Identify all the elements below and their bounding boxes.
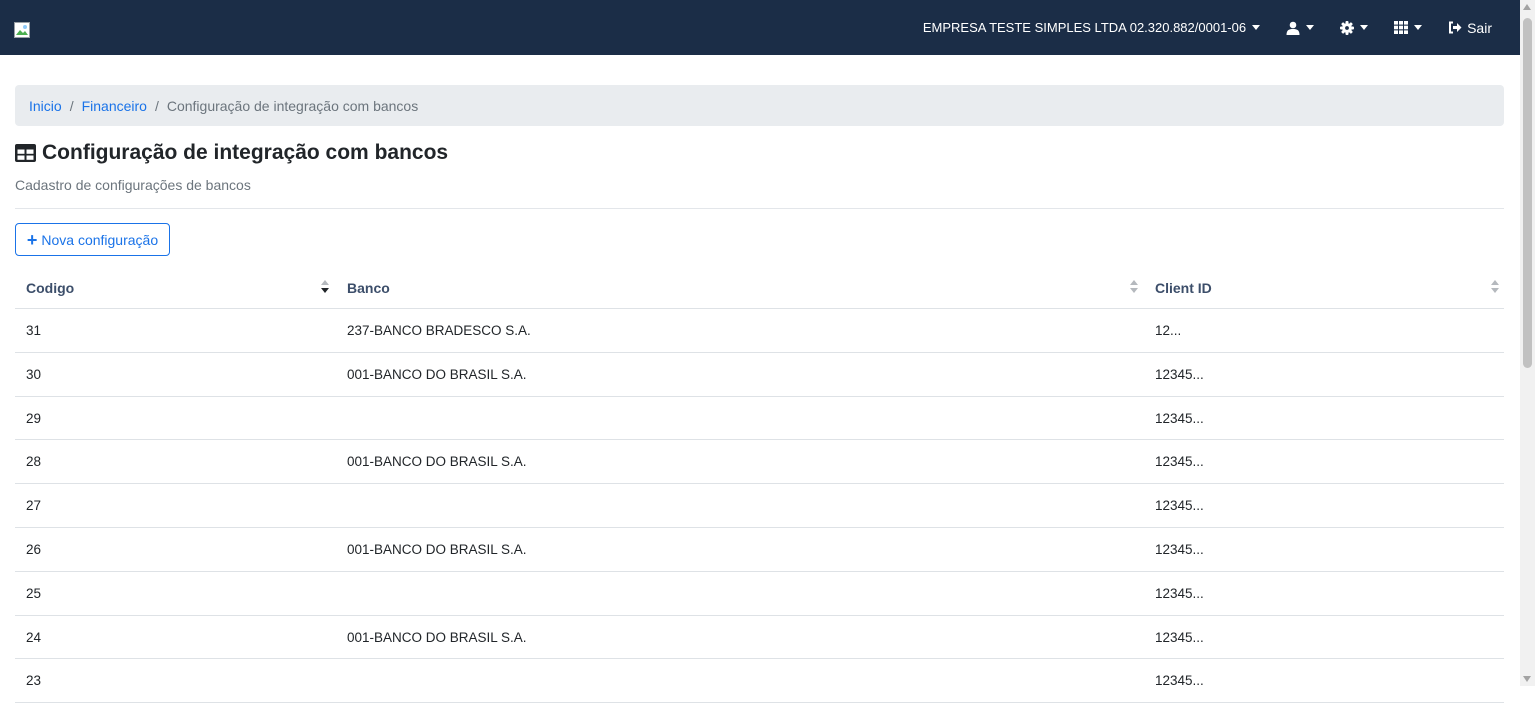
company-selector[interactable]: EMPRESA TESTE SIMPLES LTDA 02.320.882/00… [922,20,1261,35]
cell-banco: 001-BANCO DO BRASIL S.A. [347,629,527,645]
logout-button[interactable]: Sair [1448,20,1492,36]
cell-banco: 001-BANCO DO BRASIL S.A. [347,454,527,470]
company-name: EMPRESA TESTE SIMPLES LTDA 02.320.882/00… [922,20,1247,35]
cell-client-id: 12345... [1155,410,1204,426]
apps-menu-button[interactable] [1394,21,1423,34]
cell-client-id: 12... [1155,323,1182,338]
table-row[interactable]: 31 237-BANCO BRADESCO S.A. 12... [15,309,1504,353]
top-navbar: EMPRESA TESTE SIMPLES LTDA 02.320.882/00… [0,0,1520,55]
scroll-up-icon[interactable] [1523,4,1531,10]
cell-banco: 001-BANCO DO BRASIL S.A. [347,541,527,557]
chevron-down-icon [1414,25,1423,30]
vertical-scrollbar[interactable] [1520,0,1535,686]
breadcrumb-financeiro[interactable]: Financeiro [82,98,147,114]
breadcrumb: Inicio / Financeiro / Configuração de in… [15,85,1504,126]
page-title-block: Configuração de integração com bancos [15,141,448,165]
table-row[interactable]: 25 12345... [15,572,1504,616]
gear-icon [1340,20,1355,35]
cell-codigo: 29 [26,410,42,426]
cell-client-id: 12345... [1155,454,1204,470]
sort-icon[interactable] [1491,280,1499,294]
cell-banco: 237-BANCO BRADESCO S.A. [347,323,531,338]
scrollbar-thumb[interactable] [1523,18,1532,368]
breadcrumb-separator: / [69,97,74,114]
table-row[interactable]: 29 12345... [15,397,1504,441]
table-row[interactable]: 26 001-BANCO DO BRASIL S.A. 12345... [15,528,1504,572]
plus-icon: + [26,229,38,250]
page-subtitle: Cadastro de configurações de bancos [15,177,251,193]
table-row[interactable]: 27 12345... [15,484,1504,528]
sign-out-icon [1449,21,1462,34]
cell-client-id: 12345... [1155,629,1204,645]
chevron-down-icon [1306,25,1315,30]
column-header-client-id[interactable]: Client ID [1155,280,1212,296]
cell-client-id: 12345... [1155,541,1204,557]
breadcrumb-current: Configuração de integração com bancos [166,97,419,114]
grid-icon [1394,21,1409,34]
cell-codigo: 25 [26,585,42,601]
user-menu-button[interactable] [1286,21,1315,35]
table-row[interactable]: 23 12345... [15,659,1504,703]
breadcrumb-inicio[interactable]: Inicio [29,98,62,114]
cell-codigo: 26 [26,541,42,557]
user-icon [1286,21,1300,35]
table-header: Codigo Banco Client ID [15,267,1504,309]
settings-menu-button[interactable] [1340,20,1369,35]
bank-config-table: Codigo Banco Client ID 31 237-BANCO BRADE… [15,267,1504,703]
cell-codigo: 23 [26,673,42,689]
table-row[interactable]: 28 001-BANCO DO BRASIL S.A. 12345... [15,440,1504,485]
chevron-down-icon [1252,25,1261,30]
table-body: 31 237-BANCO BRADESCO S.A. 12... 30 001-BANC… [15,309,1504,703]
breadcrumb-separator: / [154,97,159,114]
sort-icon[interactable] [321,280,329,294]
divider [15,208,1504,209]
new-configuration-label: Nova configuração [41,231,159,248]
cell-codigo: 30 [26,366,42,382]
cell-client-id: 12345... [1155,498,1204,514]
chevron-down-icon [1360,25,1369,30]
column-header-banco[interactable]: Banco [347,280,390,296]
sort-icon[interactable] [1130,280,1138,294]
logo-image[interactable] [14,22,30,38]
cell-codigo: 28 [26,454,42,470]
cell-client-id: 12345... [1155,673,1204,689]
scroll-down-icon[interactable] [1523,676,1531,682]
table-row[interactable]: 30 001-BANCO DO BRASIL S.A. 12345... [15,353,1504,397]
page-title: Configuração de integração com bancos [42,141,449,164]
logout-label: Sair [1467,19,1492,36]
table-row[interactable]: 24 001-BANCO DO BRASIL S.A. 12345... [15,616,1504,660]
cell-client-id: 12345... [1155,585,1204,601]
cell-codigo: 27 [26,498,42,514]
table-icon [15,144,36,162]
cell-codigo: 24 [26,629,42,645]
cell-banco: 001-BANCO DO BRASIL S.A. [347,366,527,382]
column-header-codigo[interactable]: Codigo [26,280,74,296]
new-configuration-button[interactable]: + Nova configuração [15,223,170,256]
cell-codigo: 31 [26,323,42,338]
cell-client-id: 12345... [1155,366,1204,382]
